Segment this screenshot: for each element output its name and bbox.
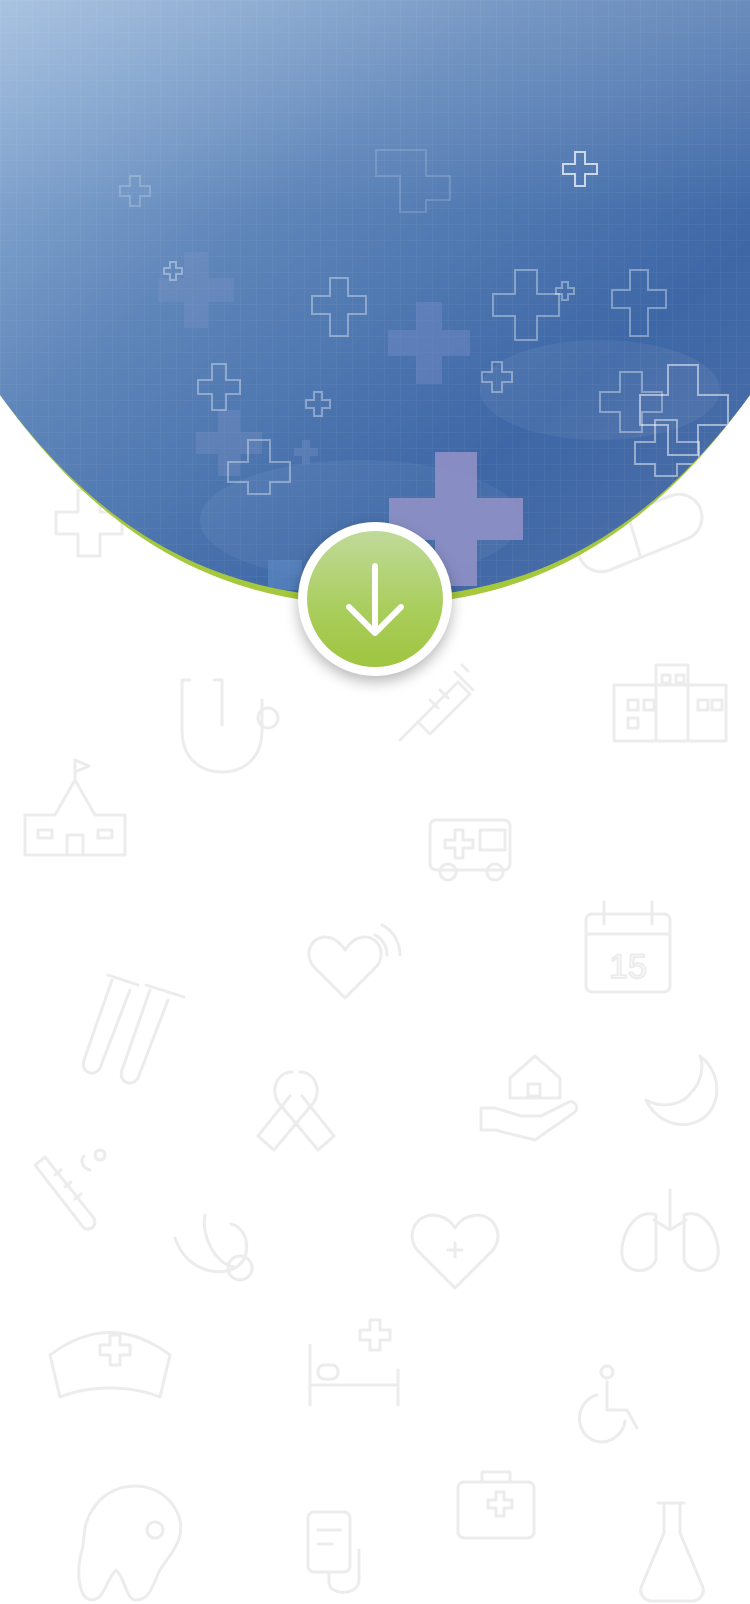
awareness-ribbon-icon bbox=[256, 1070, 336, 1152]
heart-signal-icon bbox=[307, 923, 402, 1000]
heart-plus-icon bbox=[410, 1213, 500, 1290]
first-aid-kit-icon bbox=[456, 1470, 536, 1540]
moon-icon bbox=[644, 1054, 719, 1127]
nurse-cap-icon bbox=[48, 1331, 172, 1399]
flask-icon bbox=[639, 1501, 705, 1603]
hero-glow-block bbox=[268, 560, 302, 590]
school-icon bbox=[23, 758, 127, 857]
arrow-down-icon bbox=[346, 563, 404, 636]
stethoscope-icon bbox=[180, 678, 280, 774]
hospital-building-icon bbox=[612, 663, 728, 743]
ambulance-icon bbox=[428, 818, 512, 882]
screen-canvas: 15 bbox=[0, 0, 750, 1603]
hero-banner bbox=[0, 0, 750, 605]
calendar-icon: 15 bbox=[584, 900, 672, 994]
tooth-icon bbox=[77, 1484, 183, 1602]
wheelchair-icon bbox=[578, 1364, 639, 1444]
thermometer-icon bbox=[33, 1148, 107, 1231]
hospital-bed-icon bbox=[308, 1318, 400, 1407]
stethoscope-small-icon bbox=[173, 1213, 254, 1282]
home-care-icon bbox=[479, 1054, 579, 1142]
test-tubes-icon bbox=[81, 973, 186, 1085]
calendar-day-text: 15 bbox=[609, 948, 647, 986]
syringe-icon bbox=[398, 663, 475, 742]
scroll-down-button[interactable] bbox=[298, 522, 452, 676]
lungs-icon bbox=[620, 1188, 720, 1272]
iv-bag-icon bbox=[306, 1510, 361, 1594]
